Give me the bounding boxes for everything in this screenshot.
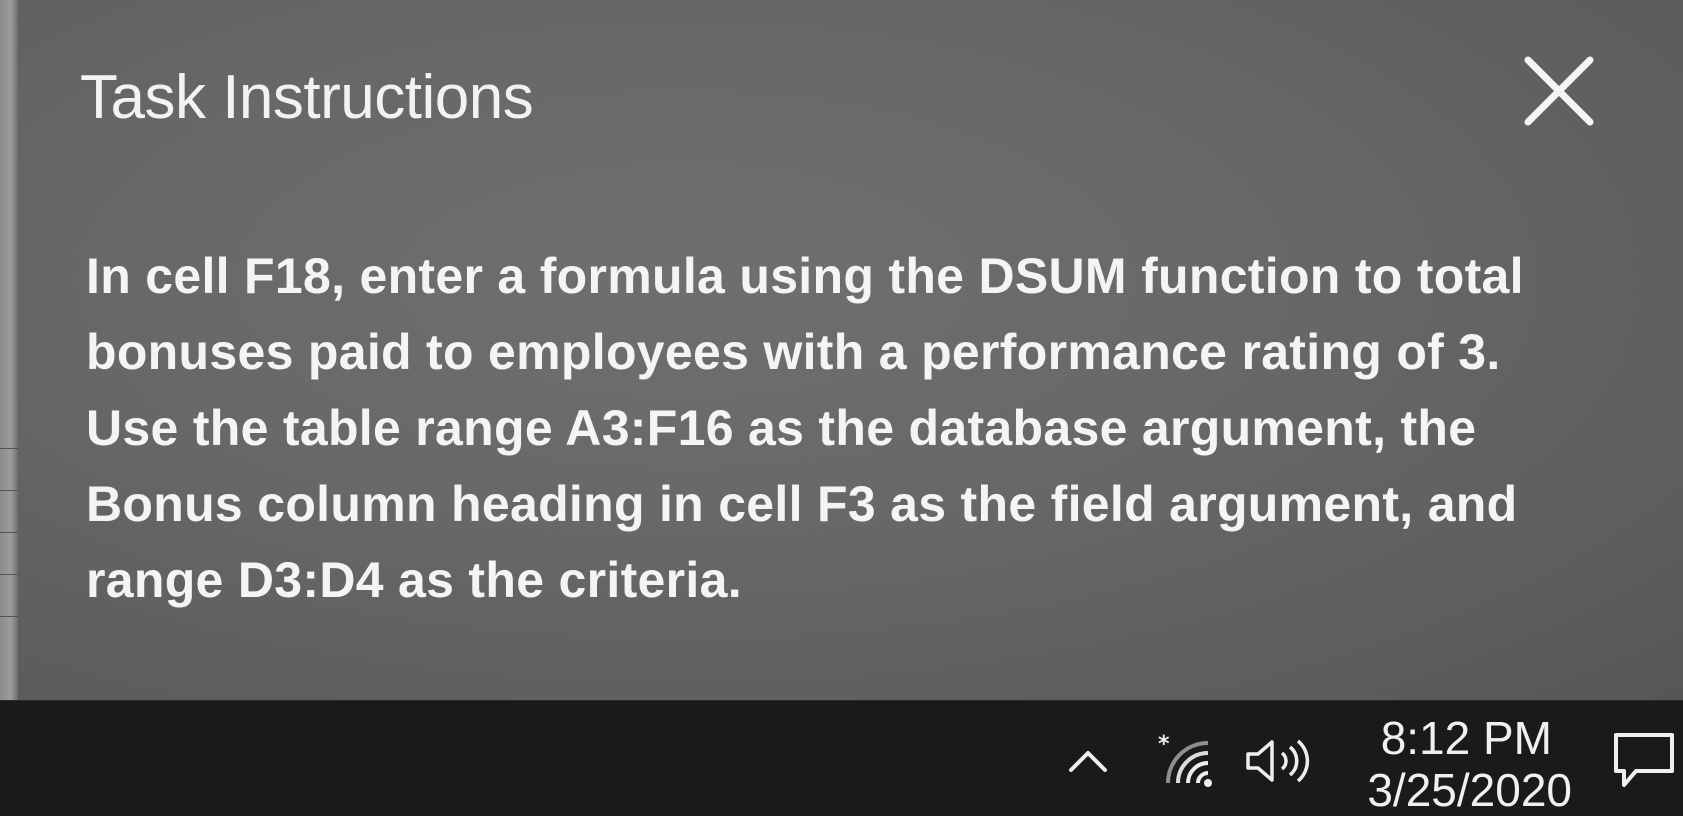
clock-button[interactable]: 8:12 PM 3/25/2020 [1338,707,1582,816]
close-icon [1524,56,1594,126]
wifi-icon: * [1158,732,1212,787]
taskbar: * 8:12 PM 3/25/2020 [0,700,1683,816]
network-button[interactable]: * [1150,731,1228,789]
task-instructions-dialog: Task Instructions In cell F18, enter a f… [18,0,1683,700]
clock-time: 8:12 PM [1380,712,1552,764]
svg-text:*: * [1158,732,1170,757]
show-hidden-icons-button[interactable] [1066,745,1110,775]
grid-line [0,532,18,533]
grid-line [0,490,18,491]
grid-line [0,448,18,449]
volume-button[interactable] [1242,736,1316,786]
action-center-button[interactable] [1610,729,1678,791]
clock-date: 3/25/2020 [1367,764,1572,816]
volume-icon [1246,739,1310,783]
dialog-title: Task Instructions [80,63,534,132]
grid-line [0,574,18,575]
close-button[interactable] [1518,50,1600,132]
screen: Task Instructions In cell F18, enter a f… [0,0,1683,816]
grid-line [0,616,18,617]
chevron-up-icon [1069,751,1107,772]
instructions-text: In cell F18, enter a formula using the D… [86,248,1524,608]
notification-icon [1614,733,1674,787]
spreadsheet-edge [0,0,18,700]
